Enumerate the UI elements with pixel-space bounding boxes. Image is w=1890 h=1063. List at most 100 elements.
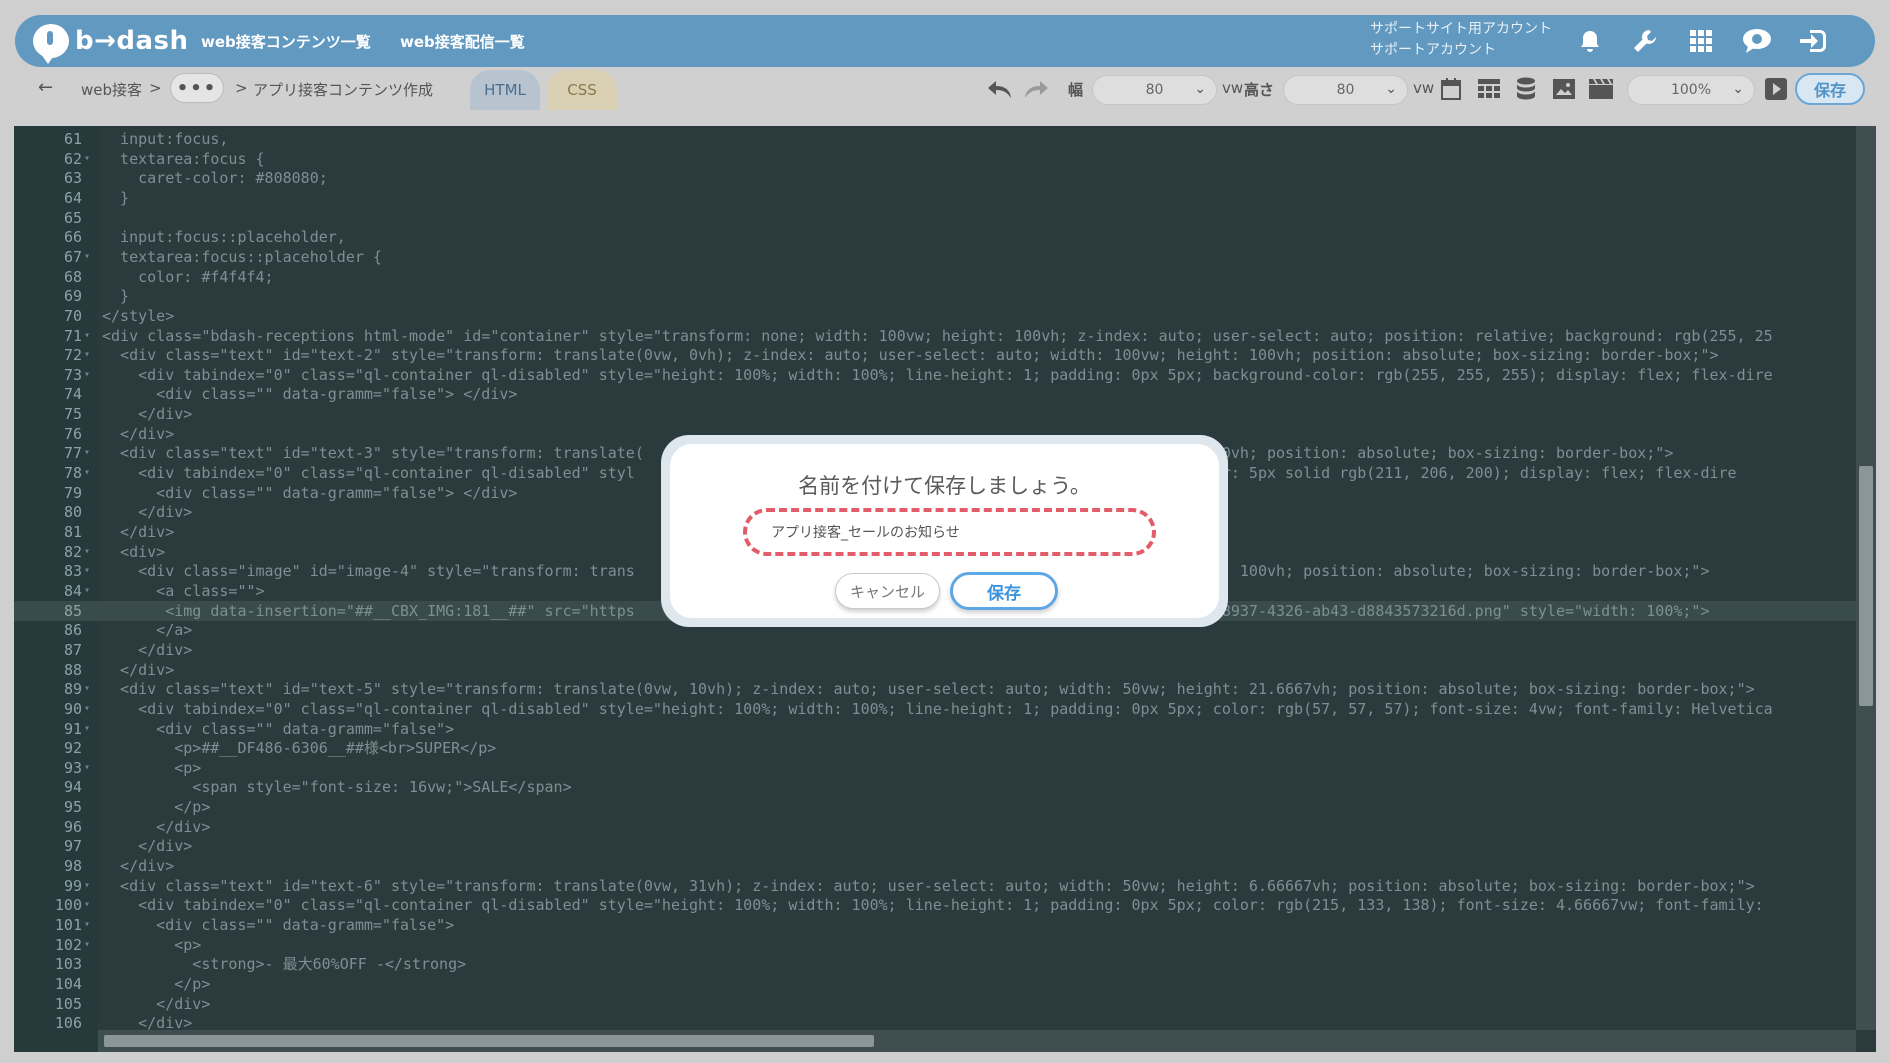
fold-toggle-icon[interactable]: ▾ (84, 365, 90, 385)
code-line[interactable]: 71 ▾ <div class="bdash-receptions html-mod… (14, 326, 1856, 346)
code-line[interactable]: 101 ▾ <div class="" data-gramm="false"> (14, 915, 1856, 935)
vertical-scrollbar[interactable] (1856, 126, 1876, 1030)
image-icon[interactable] (1550, 75, 1578, 103)
code-line[interactable]: 99 ▾ <div class="text" id="text-6" style=… (14, 876, 1856, 896)
fold-toggle-icon[interactable]: ▾ (84, 699, 90, 719)
tab-css[interactable]: CSS (547, 70, 617, 110)
code-line[interactable]: 104 </p> (14, 974, 1856, 994)
code-line[interactable]: 69 } (14, 286, 1856, 306)
breadcrumb-root[interactable]: web接客 (81, 79, 142, 100)
fold-toggle-icon[interactable]: ▾ (84, 345, 90, 365)
line-number: 72 (63, 346, 82, 365)
breadcrumb-current: アプリ接客コンテンツ作成 (253, 81, 434, 99)
line-number: 92 (63, 739, 82, 758)
nav-web-contents[interactable]: web接客コンテンツ一覧 (201, 31, 371, 52)
code-text: <div class="" data-gramm="false"> (102, 719, 455, 738)
bdash-logo[interactable]: b→dash (33, 21, 189, 64)
fold-toggle-icon[interactable]: ▾ (84, 463, 90, 483)
code-text: <div class="text" id="text-5" style="tra… (102, 680, 1755, 699)
fold-toggle-icon[interactable]: ▾ (84, 876, 90, 896)
code-line[interactable]: 74 <div class="" data-gramm="false"> </d… (14, 384, 1856, 404)
vertical-scroll-thumb[interactable] (1859, 466, 1873, 706)
code-line[interactable]: 93 ▾ <p> (14, 758, 1856, 778)
fold-toggle-icon[interactable]: ▾ (84, 935, 90, 955)
cancel-button[interactable]: キャンセル (835, 573, 940, 609)
code-line[interactable]: 73 ▾ <div tabindex="0" class="ql-containe… (14, 365, 1856, 385)
fold-toggle-icon[interactable]: ▾ (84, 326, 90, 346)
breadcrumb-separator: > (149, 79, 162, 97)
code-line[interactable]: 61 input:focus, (14, 129, 1856, 149)
fold-toggle-icon[interactable]: ▾ (84, 915, 90, 935)
chat-badge-icon[interactable] (1741, 25, 1773, 57)
code-line[interactable]: 87 </div> (14, 640, 1856, 660)
code-line[interactable]: 91 ▾ <div class="" data-gramm="false"> (14, 719, 1856, 739)
code-line[interactable]: 97 </div> (14, 836, 1856, 856)
code-line[interactable]: 75 </div> (14, 404, 1856, 424)
code-line[interactable]: 102 ▾ <p> (14, 935, 1856, 955)
code-line[interactable]: 62 ▾ textarea:focus { (14, 149, 1856, 169)
code-text: <a class=""> (102, 581, 265, 600)
fold-toggle-icon[interactable]: ▾ (84, 679, 90, 699)
fold-toggle-icon[interactable]: ▾ (84, 443, 90, 463)
dialog-save-button[interactable]: 保存 (950, 572, 1058, 610)
code-line[interactable]: 103 <strong>- 最大60%OFF -</strong> (14, 954, 1856, 974)
bell-icon[interactable] (1574, 25, 1606, 57)
code-line[interactable]: 105 </div> (14, 994, 1856, 1014)
line-number: 100 (54, 896, 82, 915)
fold-toggle-icon[interactable]: ▾ (84, 542, 90, 562)
width-select[interactable]: 80 ⌄ (1092, 75, 1217, 105)
zoom-select[interactable]: 100% ⌄ (1627, 75, 1755, 105)
code-text: color: #f4f4f4; (102, 267, 274, 286)
fold-toggle-icon[interactable]: ▾ (84, 758, 90, 778)
redo-icon[interactable] (1022, 75, 1050, 103)
grid-icon[interactable] (1685, 25, 1717, 57)
code-line[interactable]: 72 ▾ <div class="text" id="text-2" style=… (14, 345, 1856, 365)
preview-play-icon[interactable] (1762, 75, 1790, 103)
horizontal-scroll-thumb[interactable] (104, 1035, 874, 1047)
code-line[interactable]: 89 ▾ <div class="text" id="text-5" style=… (14, 679, 1856, 699)
calendar-icon[interactable] (1437, 75, 1465, 103)
logout-icon[interactable] (1797, 25, 1829, 57)
undo-icon[interactable] (986, 75, 1014, 103)
line-number: 69 (63, 287, 82, 306)
code-line[interactable]: 68 color: #f4f4f4; (14, 267, 1856, 287)
fold-toggle-icon[interactable]: ▾ (84, 149, 90, 169)
code-line[interactable]: 96 </div> (14, 817, 1856, 837)
code-line[interactable]: 98 </div> (14, 856, 1856, 876)
code-line[interactable]: 66 input:focus::placeholder, (14, 227, 1856, 247)
code-line[interactable]: 92 <p>##__DF486-6306__##様<br>SUPER</p> (14, 738, 1856, 758)
height-select[interactable]: 80 ⌄ (1283, 75, 1408, 105)
fold-toggle-icon[interactable]: ▾ (84, 561, 90, 581)
wrench-icon[interactable] (1629, 25, 1661, 57)
content-name-input[interactable]: アプリ接客_セールのお知らせ (743, 508, 1156, 556)
code-line[interactable]: 90 ▾ <div tabindex="0" class="ql-containe… (14, 699, 1856, 719)
code-line[interactable]: 64 } (14, 188, 1856, 208)
save-button[interactable]: 保存 (1795, 73, 1865, 105)
account-info[interactable]: サポートサイト用アカウント サポートアカウント (1370, 19, 1552, 61)
code-line[interactable]: 94 <span style="font-size: 16vw;">SALE</… (14, 777, 1856, 797)
back-arrow-icon[interactable]: ← (38, 77, 53, 98)
logo-mark-icon (33, 24, 69, 64)
tab-html[interactable]: HTML (470, 70, 540, 110)
code-line[interactable]: 65 (14, 208, 1856, 228)
table-icon[interactable] (1475, 75, 1503, 103)
fold-toggle-icon[interactable]: ▾ (84, 719, 90, 739)
code-text: </div> (102, 994, 211, 1013)
code-line[interactable]: 63 caret-color: #808080; (14, 168, 1856, 188)
code-line[interactable]: 95 </p> (14, 797, 1856, 817)
fold-toggle-icon[interactable]: ▾ (84, 895, 90, 915)
code-line[interactable]: 88 </div> (14, 660, 1856, 680)
code-line[interactable]: 100 ▾ <div tabindex="0" class="ql-contain… (14, 895, 1856, 915)
horizontal-scrollbar[interactable] (98, 1030, 1856, 1052)
line-number: 78 (63, 464, 82, 483)
code-text: caret-color: #808080; (102, 169, 328, 188)
code-line[interactable]: 106 </div> (14, 1013, 1856, 1030)
breadcrumb-more-button[interactable]: ••• (170, 73, 224, 103)
nav-web-delivery[interactable]: web接客配信一覧 (400, 31, 525, 52)
code-line[interactable]: 70 </style> (14, 306, 1856, 326)
fold-toggle-icon[interactable]: ▾ (84, 247, 90, 267)
database-icon[interactable] (1512, 75, 1540, 103)
fold-toggle-icon[interactable]: ▾ (84, 581, 90, 601)
code-line[interactable]: 67 ▾ textarea:focus::placeholder { (14, 247, 1856, 267)
video-clapper-icon[interactable] (1587, 75, 1615, 103)
